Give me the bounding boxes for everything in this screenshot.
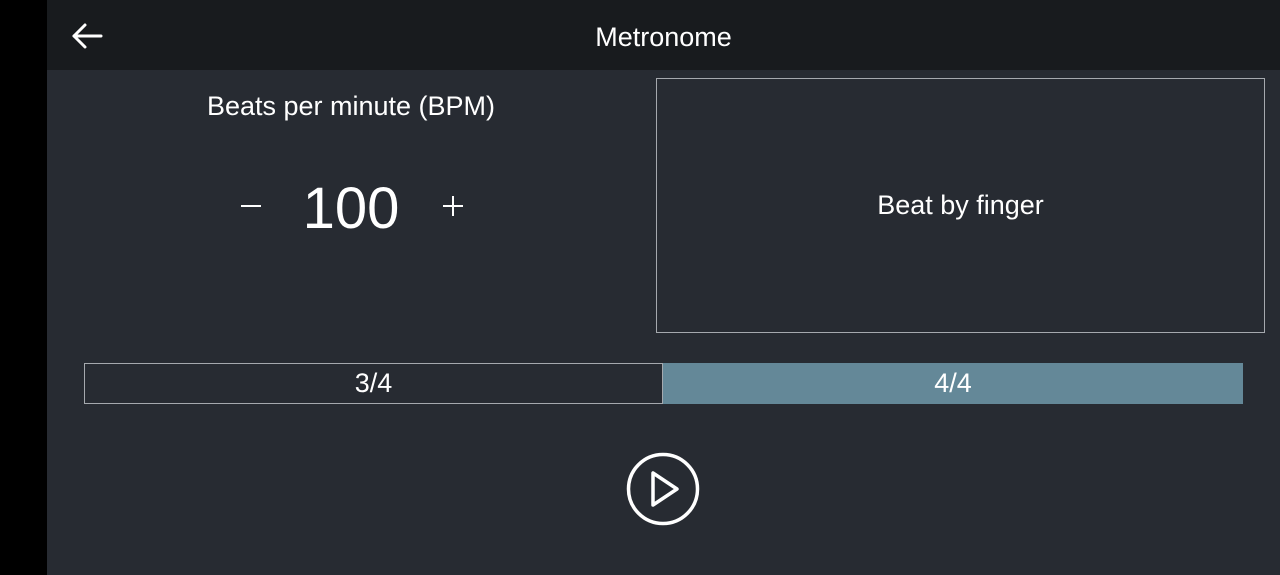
bpm-label: Beats per minute (BPM) [206, 90, 496, 121]
time-signature-4-4[interactable]: 4/4 [663, 363, 1243, 404]
plus-icon [443, 196, 463, 216]
beat-pad-label: Beat by finger [877, 190, 1044, 220]
minus-icon [241, 205, 261, 207]
bpm-value: 100 [302, 175, 400, 241]
metronome-screen: Metronome Beats per minute (BPM) 100 Bea… [47, 0, 1280, 575]
screen-edge [0, 0, 47, 575]
time-signature-label: 3/4 [354, 368, 393, 398]
bpm-decrement-button[interactable] [227, 178, 275, 234]
bpm-increment-button[interactable] [429, 178, 477, 234]
play-button[interactable] [626, 452, 700, 526]
time-signature-3-4[interactable]: 3/4 [84, 363, 663, 404]
page-title: Metronome [595, 21, 732, 52]
back-button[interactable] [65, 14, 109, 58]
time-signature-label: 4/4 [934, 368, 972, 398]
play-circle-icon [626, 452, 700, 526]
beat-by-finger-pad[interactable]: Beat by finger [656, 78, 1265, 333]
arrow-left-icon [72, 23, 103, 49]
